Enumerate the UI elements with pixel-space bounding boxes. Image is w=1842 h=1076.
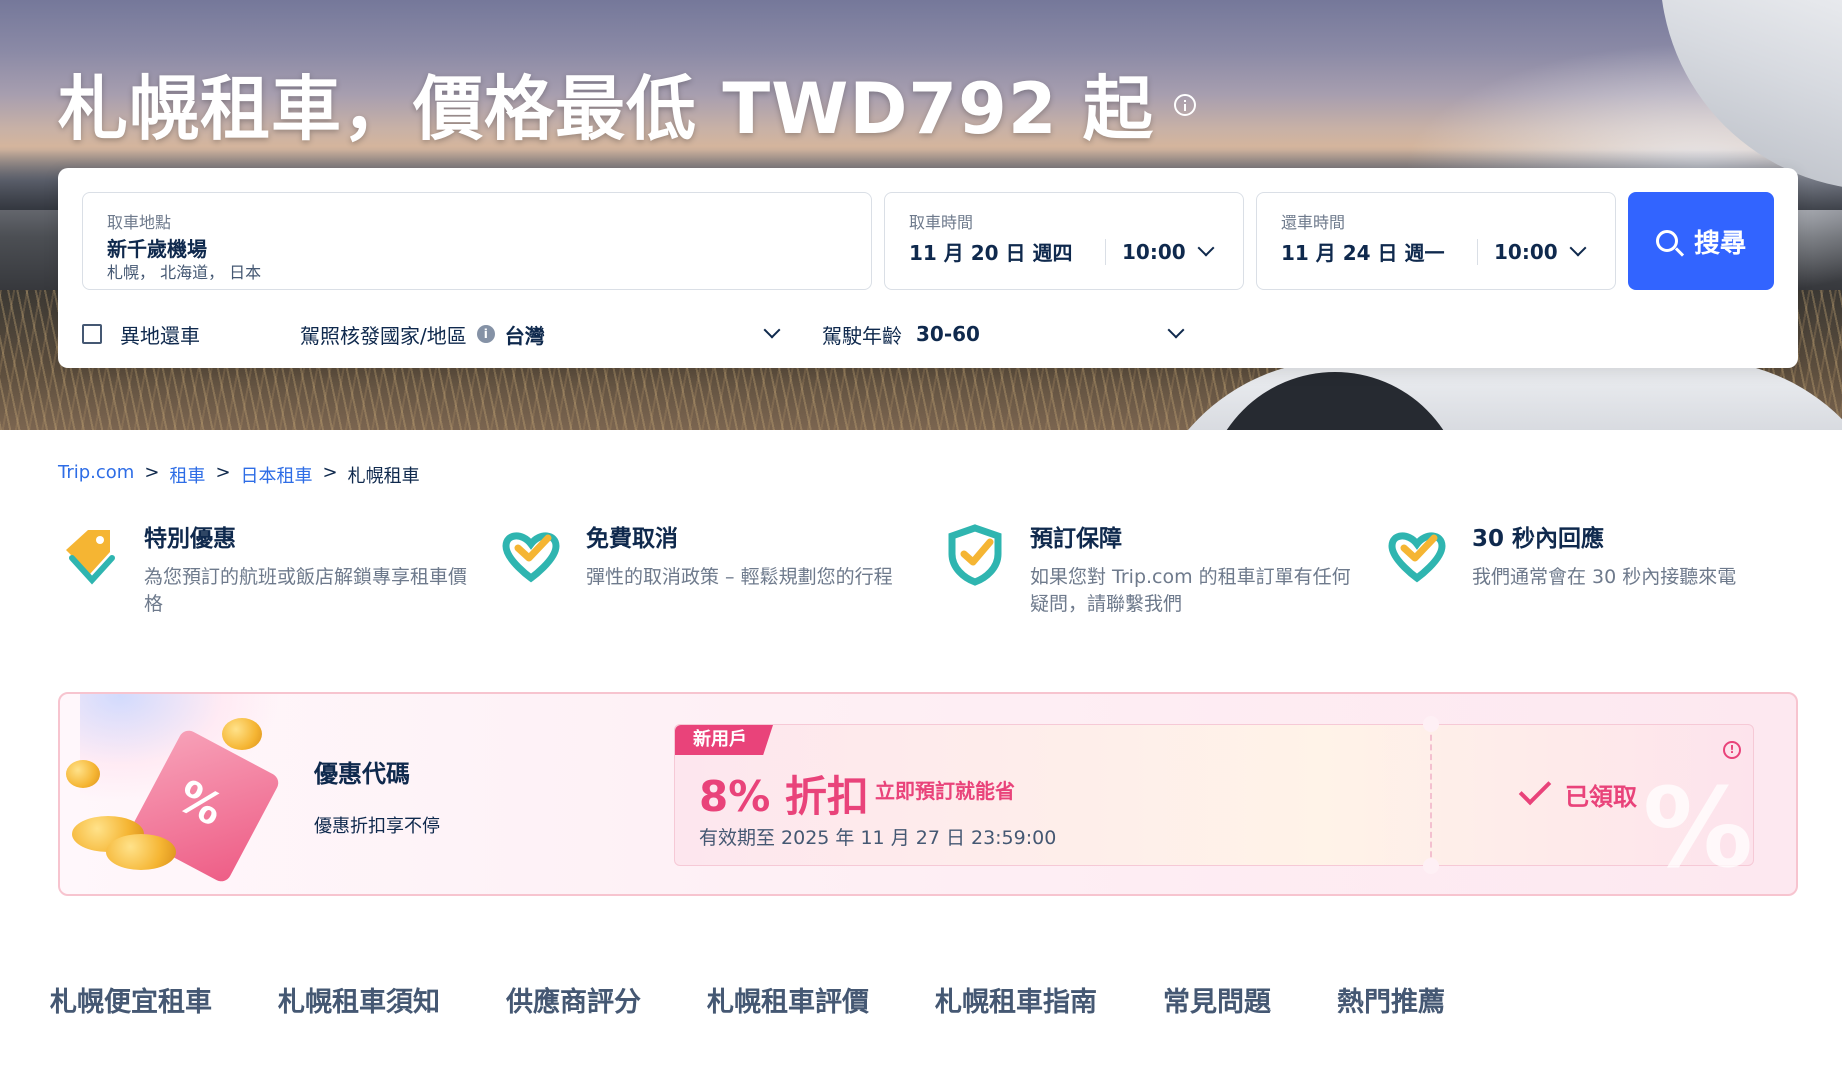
tab-cheap-rental[interactable]: 札幌便宜租車 — [50, 980, 212, 1024]
divider — [1105, 238, 1106, 265]
coupon-divider — [1430, 725, 1432, 867]
feature-free-cancel: 免費取消 彈性的取消政策 – 輕鬆規劃您的行程 — [500, 524, 916, 624]
tab-faq[interactable]: 常見問題 — [1163, 980, 1271, 1024]
tag-icon — [58, 524, 120, 586]
feature-desc: 我們通常會在 30 秒內接聽來電 — [1472, 566, 1737, 588]
tab-reviews[interactable]: 札幌租車評價 — [707, 980, 869, 1024]
feature-desc: 為您預訂的航班或飯店解鎖專享租車價格 — [144, 566, 468, 615]
info-icon[interactable]: i — [476, 325, 495, 343]
breadcrumb-link-home[interactable]: Trip.com — [58, 462, 134, 488]
page-title-text: 札幌租車，價格最低 TWD792 起 — [58, 67, 1154, 150]
shield-check-icon — [944, 524, 1006, 586]
coupon-claimed-label: 已領取 — [1565, 783, 1637, 811]
breadcrumb-separator: > — [144, 462, 160, 483]
feature-title: 免費取消 — [586, 526, 678, 552]
tab-rental-notes[interactable]: 札幌租車須知 — [278, 980, 440, 1024]
pickup-date[interactable]: 11 月 20 日 週四 — [909, 237, 1105, 266]
pickup-time-field[interactable]: 取車時間 11 月 20 日 週四 10:00 — [884, 192, 1244, 290]
promo-title: 優惠代碼 — [314, 760, 410, 788]
search-panel: 取車地點 新千歲機場 札幌， 北海道， 日本 取車時間 11 月 20 日 週四… — [58, 168, 1798, 368]
return-hour[interactable]: 10:00 — [1494, 240, 1558, 264]
coupon-claimed-button[interactable]: 已領取 — [1518, 772, 1637, 812]
divider — [1477, 238, 1478, 265]
breadcrumb-link-japan[interactable]: 日本租車 — [241, 462, 313, 488]
breadcrumb-current: 札幌租車 — [347, 466, 420, 487]
chevron-down-icon[interactable] — [1197, 239, 1215, 256]
search-button[interactable]: 搜尋 — [1628, 192, 1774, 290]
feature-title: 預訂保障 — [1030, 526, 1122, 552]
different-return-checkbox[interactable] — [82, 324, 102, 344]
pickup-location-field[interactable]: 取車地點 新千歲機場 札幌， 北海道， 日本 — [82, 192, 872, 290]
different-return-label: 異地還車 — [120, 323, 200, 348]
different-return-option[interactable]: 異地還車 — [82, 318, 200, 350]
page-title: 札幌租車，價格最低 TWD792 起 — [58, 58, 1196, 150]
pickup-location-value: 新千歲機場 — [107, 237, 207, 261]
coupon-notch — [1423, 858, 1439, 874]
section-tabs: 札幌便宜租車 札幌租車須知 供應商評分 札幌租車評價 札幌租車指南 常見問題 熱… — [50, 980, 1445, 1024]
feature-booking-guarantee: 預訂保障 如果您對 Trip.com 的租車訂單有任何疑問，請聯繫我們 — [944, 524, 1360, 624]
percent-watermark-icon: % — [1642, 764, 1753, 892]
feature-special-offer: 特別優惠 為您預訂的航班或飯店解鎖專享租車價格 — [58, 524, 474, 624]
tab-supplier-ratings[interactable]: 供應商評分 — [506, 980, 641, 1024]
check-icon — [1518, 772, 1552, 805]
promo-subtitle: 優惠折扣享不停 — [314, 816, 440, 837]
chevron-down-icon[interactable] — [1167, 321, 1185, 339]
coupon-discount: 8% 折扣 — [699, 772, 869, 821]
breadcrumb-separator: > — [322, 462, 338, 483]
feature-title: 30 秒內回應 — [1472, 526, 1605, 552]
coupon-note: 立即預訂就能省 — [875, 779, 1015, 803]
return-date[interactable]: 11 月 24 日 週一 — [1281, 237, 1477, 266]
feature-desc: 如果您對 Trip.com 的租車訂單有任何疑問，請聯繫我們 — [1030, 566, 1351, 615]
breadcrumb-separator: > — [215, 462, 231, 483]
chevron-down-icon[interactable] — [763, 321, 781, 339]
coin-icon — [222, 718, 262, 750]
pickup-time-label: 取車時間 — [909, 213, 974, 232]
license-country-value: 台灣 — [504, 323, 545, 348]
license-country-label: 駕照核發國家/地區 — [300, 323, 467, 348]
info-icon[interactable]: ! — [1723, 741, 1741, 759]
pickup-location-sub: 札幌， 北海道， 日本 — [107, 263, 262, 282]
heart-check-icon — [500, 524, 562, 586]
return-time-field[interactable]: 還車時間 11 月 24 日 週一 10:00 — [1256, 192, 1616, 290]
feature-desc: 彈性的取消政策 – 輕鬆規劃您的行程 — [586, 566, 893, 588]
coin-icon — [106, 834, 176, 870]
search-icon — [1655, 230, 1678, 252]
chevron-down-icon[interactable] — [1569, 239, 1587, 256]
return-time-label: 還車時間 — [1281, 213, 1346, 232]
driver-age-value: 30-60 — [916, 322, 980, 346]
coin-icon — [66, 760, 100, 788]
promo-code-section: % 優惠代碼 優惠折扣享不停 新用戶 8% 折扣 立即預訂就能省 有效期至 20… — [58, 692, 1798, 896]
search-button-label: 搜尋 — [1693, 228, 1746, 259]
breadcrumb-link-car-rental[interactable]: 租車 — [169, 462, 205, 488]
coupon-card: 新用戶 8% 折扣 立即預訂就能省 有效期至 2025 年 11 月 27 日 … — [674, 716, 1754, 883]
feature-title: 特別優惠 — [144, 526, 236, 552]
breadcrumb: Trip.com > 租車 > 日本租車 > 札幌租車 — [58, 462, 420, 488]
driver-age-label: 駕駛年齡 — [822, 323, 902, 348]
pickup-location-label: 取車地點 — [107, 213, 172, 232]
info-icon[interactable] — [1173, 94, 1196, 116]
heart-check-icon — [1386, 524, 1448, 586]
coupon-validity: 有效期至 2025 年 11 月 27 日 23:59:00 — [699, 827, 1057, 849]
tab-recommendations[interactable]: 熱門推薦 — [1337, 980, 1445, 1024]
feature-fast-response: 30 秒內回應 我們通常會在 30 秒內接聽來電 — [1386, 524, 1802, 624]
driver-age-select[interactable]: 駕駛年齡 30-60 — [822, 318, 1185, 350]
coupon-notch — [1423, 716, 1439, 732]
pickup-hour[interactable]: 10:00 — [1122, 240, 1186, 264]
new-user-badge: 新用戶 — [675, 725, 773, 755]
license-country-select[interactable]: 駕照核發國家/地區 i 台灣 — [300, 318, 790, 350]
tab-guide[interactable]: 札幌租車指南 — [935, 980, 1097, 1024]
